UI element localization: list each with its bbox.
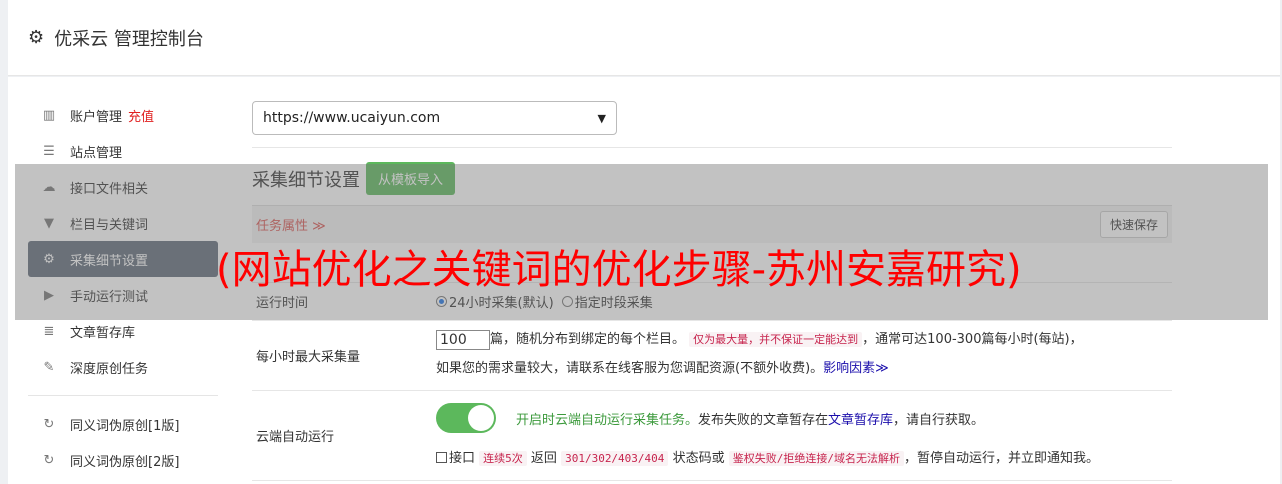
app-title: 优采云 管理控制台 — [54, 28, 204, 50]
cloud-run-row: 云端自动运行 开启时云端自动运行采集任务。 发布失败的文章暂存在 文章暂存库 ，请自行… — [252, 391, 1172, 481]
overlay-title: (网站优化之关键词的优化步骤-苏州安嘉研究) — [216, 247, 1022, 293]
app-header: ⚙ 优采云 管理控制台 — [8, 0, 1280, 76]
sidebar-item-label: 同义词伪原创[2版] — [70, 454, 180, 470]
sidebar-item-label: 同义词伪原创[1版] — [70, 418, 180, 434]
chevron-down-icon: ▼ — [597, 111, 606, 125]
site-select-value: https://www.ucaiyun.com — [263, 110, 441, 126]
recharge-link[interactable]: 充值 — [128, 106, 154, 125]
cloud-run-toggle[interactable] — [436, 403, 496, 433]
database-icon: ≣ — [43, 323, 55, 339]
sidebar-item-label: 站点管理 — [70, 145, 123, 161]
sidebar-item-label: 文章暂存库 — [70, 325, 136, 341]
gear-icon: ⚙ — [28, 27, 45, 48]
max-per-hour-label: 每小时最大采集量 — [256, 350, 361, 365]
cloud-run-label: 云端自动运行 — [256, 430, 335, 445]
refresh-icon: ↻ — [43, 452, 55, 468]
max-per-hour-row: 每小时最大采集量 100 篇，随机分布到绑定的每个栏目。 仅为最大量，并不保证一定… — [252, 321, 1172, 391]
max-per-hour-input[interactable]: 100 — [436, 329, 490, 350]
impact-factors-link[interactable]: 影响因素≫ — [823, 361, 889, 376]
bar-chart-icon: ▥ — [42, 107, 56, 123]
divider — [252, 147, 1172, 148]
gray-overlay — [15, 164, 1268, 320]
sidebar-divider — [28, 395, 218, 396]
site-select[interactable]: https://www.ucaiyun.com ▼ — [252, 101, 617, 135]
sidebar-item-label: 账户管理 — [70, 109, 123, 125]
edit-icon: ✎ — [43, 359, 55, 375]
sidebar-item-account[interactable]: ▥ 账户管理 充值 — [28, 97, 218, 133]
sidebar-item-deep-original[interactable]: ✎ 深度原创任务 — [28, 349, 218, 385]
server-icon: ☰ — [43, 143, 55, 159]
sidebar-item-synonym-v2[interactable]: ↻ 同义词伪原创[2版] — [28, 442, 218, 478]
sidebar-item-synonym-v1[interactable]: ↻ 同义词伪原创[1版] — [28, 406, 218, 442]
refresh-icon: ↻ — [43, 416, 55, 432]
pause-notify-checkbox[interactable] — [436, 452, 447, 463]
sidebar-item-label: 深度原创任务 — [70, 361, 149, 377]
article-store-link[interactable]: 文章暂存库 — [828, 409, 893, 428]
